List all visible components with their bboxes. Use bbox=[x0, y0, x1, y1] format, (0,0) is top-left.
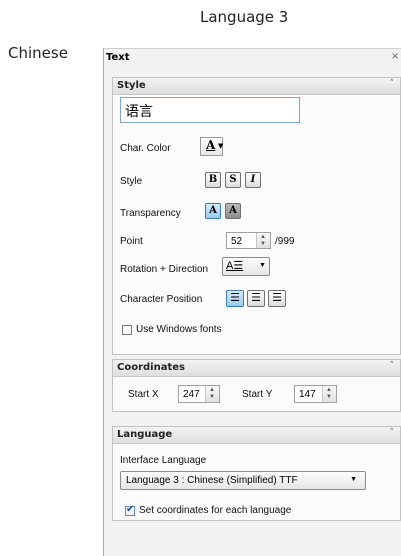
collapse-icon[interactable]: ˄ bbox=[390, 361, 395, 371]
chevron-down-icon: ▼ bbox=[350, 476, 357, 483]
start-y-value: 147 bbox=[299, 389, 316, 400]
italic-button[interactable]: I bbox=[245, 172, 261, 188]
align-right-icon[interactable]: ☰ bbox=[268, 290, 286, 307]
text-input[interactable]: 语言 bbox=[120, 97, 300, 123]
char-color-label: Char. Color bbox=[120, 143, 171, 154]
bold-button[interactable]: B bbox=[205, 172, 221, 188]
collapse-icon[interactable]: ˄ bbox=[390, 79, 395, 89]
close-icon[interactable]: × bbox=[391, 51, 399, 62]
style-section-header[interactable]: Style ˄ bbox=[113, 78, 400, 95]
opaque-button[interactable]: A bbox=[225, 203, 241, 219]
use-windows-fonts-checkbox[interactable] bbox=[122, 325, 132, 335]
checkmark-icon: ✔ bbox=[126, 504, 135, 515]
char-color-button[interactable]: A ▼ bbox=[200, 137, 223, 156]
coordinates-section-header[interactable]: Coordinates ˄ bbox=[113, 360, 400, 377]
interface-language-select[interactable]: Language 3 : Chinese (Simplified) TTF ▼ bbox=[120, 471, 366, 490]
stepper-arrows[interactable]: ▲ ▼ bbox=[256, 233, 270, 248]
point-max: /999 bbox=[275, 236, 295, 247]
font-color-icon: A bbox=[206, 138, 216, 152]
style-label: Style bbox=[120, 176, 143, 187]
shadow-button[interactable]: S bbox=[225, 172, 241, 188]
start-y-label: Start Y bbox=[242, 389, 273, 400]
transparency-label: Transparency bbox=[120, 208, 181, 219]
align-left-icon[interactable]: ☰ bbox=[226, 290, 244, 307]
language-section-title: Language bbox=[117, 429, 173, 440]
side-label: Chinese bbox=[8, 44, 68, 62]
start-x-stepper[interactable]: 247 ▲ ▼ bbox=[178, 385, 220, 403]
language-section-header[interactable]: Language ˄ bbox=[113, 427, 400, 444]
start-x-label: Start X bbox=[128, 389, 159, 400]
chevron-down-icon: ▼ bbox=[218, 142, 224, 150]
transparent-button[interactable]: A bbox=[205, 203, 221, 219]
point-stepper[interactable]: 52 ▲ ▼ bbox=[226, 232, 271, 249]
interface-language-label: Interface Language bbox=[120, 455, 207, 466]
rotation-direction-select[interactable]: A☰ ▼ bbox=[222, 257, 270, 276]
rotation-label: Rotation + Direction bbox=[120, 264, 209, 275]
text-direction-icon: A☰ bbox=[226, 260, 244, 272]
start-y-stepper[interactable]: 147 ▲ ▼ bbox=[294, 385, 337, 403]
interface-language-value: Language 3 : Chinese (Simplified) TTF bbox=[126, 475, 298, 486]
chevron-down-icon: ▼ bbox=[259, 262, 266, 269]
start-x-value: 247 bbox=[183, 389, 200, 400]
point-label: Point bbox=[120, 236, 143, 247]
panel-title: Text bbox=[106, 52, 130, 63]
set-coordinates-label: Set coordinates for each language bbox=[139, 505, 292, 516]
align-center-icon[interactable]: ☰ bbox=[247, 290, 265, 307]
collapse-icon[interactable]: ˄ bbox=[390, 428, 395, 438]
page-heading: Language 3 bbox=[200, 8, 289, 26]
stepper-arrows[interactable]: ▲ ▼ bbox=[205, 386, 219, 402]
coordinates-section-title: Coordinates bbox=[117, 362, 185, 373]
set-coordinates-checkbox[interactable]: ✔ bbox=[125, 504, 135, 516]
coordinates-section: Coordinates ˄ bbox=[112, 359, 401, 412]
char-position-label: Character Position bbox=[120, 294, 203, 305]
use-windows-fonts-label: Use Windows fonts bbox=[136, 324, 222, 335]
stepper-arrows[interactable]: ▲ ▼ bbox=[322, 386, 336, 402]
style-section-title: Style bbox=[117, 80, 146, 91]
point-value: 52 bbox=[231, 236, 243, 247]
